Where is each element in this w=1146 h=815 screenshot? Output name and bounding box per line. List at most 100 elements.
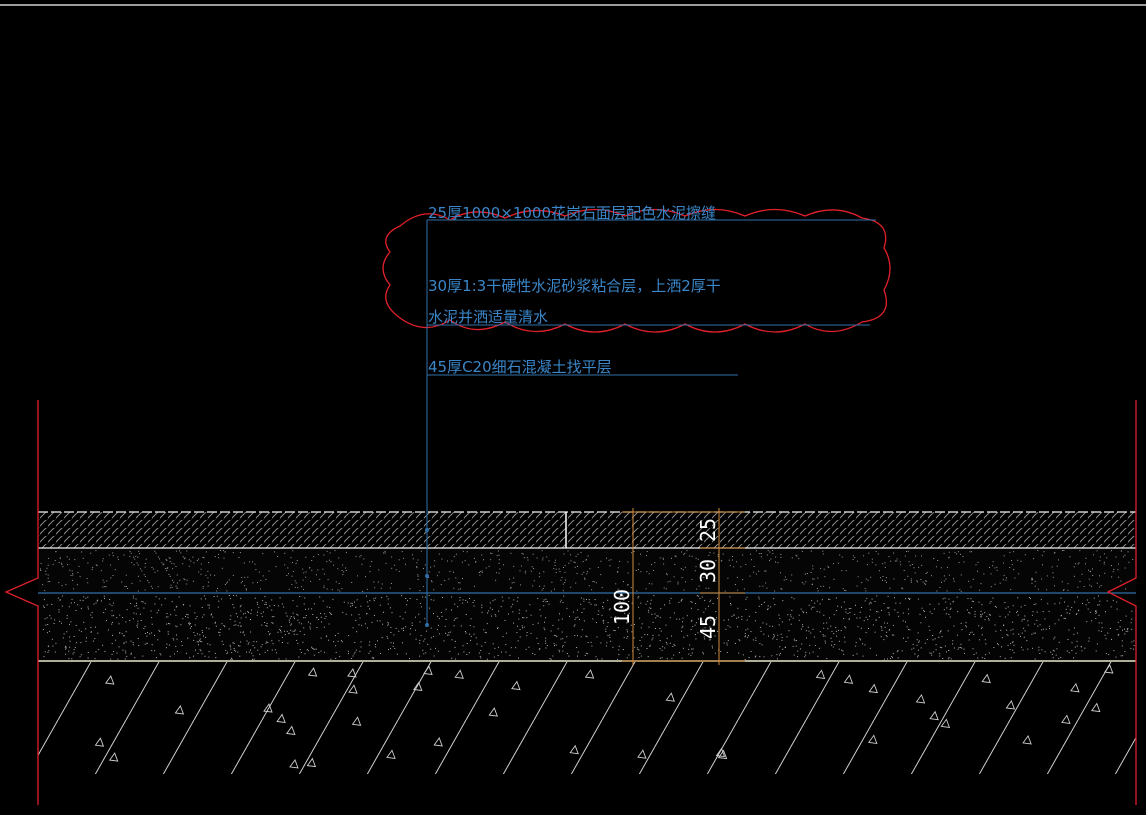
speckle: [48, 645, 50, 647]
speckle: [1036, 611, 1038, 613]
speckle: [167, 616, 169, 618]
speckle: [1043, 551, 1045, 553]
speckle: [159, 558, 160, 560]
speckle: [135, 598, 137, 600]
speckle: [269, 605, 271, 607]
speckle: [731, 559, 733, 561]
speckle: [137, 607, 139, 609]
speckle: [651, 639, 653, 641]
speckle: [433, 613, 434, 615]
speckle: [912, 643, 914, 645]
speckle: [283, 630, 285, 632]
speckle: [877, 553, 879, 555]
speckle: [732, 556, 734, 557]
speckle: [90, 614, 92, 616]
speckle: [929, 603, 931, 605]
speckle: [910, 581, 912, 583]
speckle: [733, 566, 735, 568]
speckle: [87, 596, 89, 598]
speckle: [791, 596, 793, 598]
speckle: [901, 650, 903, 652]
speckle: [74, 559, 76, 561]
speckle: [686, 550, 688, 552]
speckle: [1002, 579, 1004, 581]
speckle: [543, 585, 545, 587]
speckle: [812, 565, 814, 567]
speckle: [595, 656, 597, 658]
speckle: [519, 570, 521, 572]
speckle: [309, 623, 311, 625]
speckle: [697, 609, 699, 611]
speckle: [176, 550, 178, 552]
speckle: [198, 641, 200, 643]
speckle: [195, 618, 197, 620]
speckle: [606, 642, 608, 644]
speckle: [745, 609, 747, 610]
speckle: [288, 619, 290, 621]
annotation-mortar-line1: 30厚1:3干硬性水泥砂浆粘合层，上洒2厚干: [428, 277, 721, 295]
speckle: [948, 650, 950, 651]
speckle: [938, 603, 940, 605]
speckle: [558, 568, 560, 570]
speckle: [375, 646, 377, 648]
speckle: [615, 583, 617, 585]
speckle: [230, 658, 232, 660]
speckle: [258, 606, 260, 608]
speckle: [657, 615, 659, 617]
speckle: [806, 637, 807, 639]
speckle: [143, 574, 145, 576]
speckle: [860, 639, 862, 641]
speckle: [618, 654, 620, 656]
speckle: [530, 614, 532, 616]
speckle: [647, 600, 649, 602]
speckle: [677, 581, 679, 583]
speckle: [157, 639, 159, 641]
speckle: [193, 562, 195, 564]
speckle: [801, 643, 803, 645]
speckle: [584, 578, 586, 580]
speckle: [856, 585, 858, 587]
speckle: [358, 614, 360, 616]
speckle: [328, 639, 330, 641]
speckle: [431, 581, 433, 583]
speckle: [824, 576, 826, 578]
speckle: [391, 612, 393, 614]
speckle: [308, 621, 309, 623]
speckle: [326, 588, 328, 590]
speckle: [345, 613, 347, 615]
speckle: [885, 635, 887, 636]
speckle: [129, 550, 131, 552]
speckle: [508, 613, 509, 615]
speckle: [1022, 649, 1024, 651]
speckle: [705, 587, 707, 589]
speckle: [993, 647, 995, 648]
speckle: [1004, 602, 1006, 603]
speckle: [726, 644, 728, 646]
speckle: [481, 572, 483, 574]
speckle: [360, 555, 362, 557]
speckle: [274, 649, 276, 651]
speckle: [907, 550, 909, 552]
speckle: [574, 566, 576, 568]
speckle: [830, 637, 832, 639]
speckle: [859, 617, 861, 619]
speckle: [525, 648, 527, 650]
speckle: [168, 574, 170, 575]
speckle: [829, 598, 831, 600]
speckle: [1124, 554, 1126, 556]
speckle: [144, 589, 146, 591]
speckle: [433, 599, 435, 601]
speckle: [198, 558, 199, 560]
speckle: [337, 568, 339, 570]
speckle: [963, 561, 965, 563]
speckle: [149, 633, 151, 635]
speckle: [529, 604, 531, 606]
speckle: [667, 581, 669, 583]
speckle: [558, 649, 560, 651]
speckle: [738, 616, 740, 618]
speckle: [730, 603, 731, 604]
speckle: [45, 573, 47, 575]
speckle: [244, 612, 246, 614]
speckle: [335, 581, 337, 583]
speckle: [286, 630, 288, 632]
